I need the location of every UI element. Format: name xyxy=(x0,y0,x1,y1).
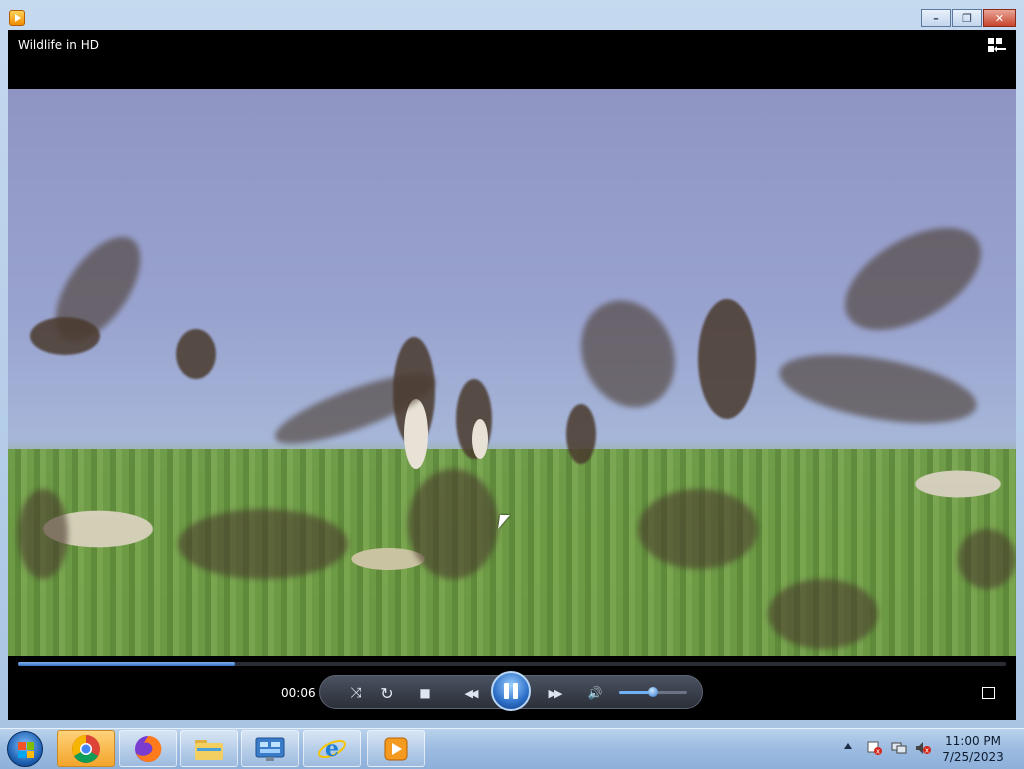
ie-icon: e xyxy=(318,736,346,762)
repeat-button[interactable]: ↻ xyxy=(376,683,398,703)
seek-bar-progress xyxy=(18,662,236,666)
clock-time: 11:00 PM xyxy=(945,734,1001,748)
show-hidden-icons-button[interactable] xyxy=(844,743,852,749)
control-panel-icon xyxy=(255,737,285,761)
bird xyxy=(178,509,348,579)
caption-buttons: – ❐ ✕ xyxy=(921,9,1016,27)
maximize-button[interactable]: ❐ xyxy=(952,9,982,27)
folder-icon xyxy=(195,739,223,760)
volume-slider[interactable] xyxy=(619,687,687,697)
taskbar-file-explorer[interactable] xyxy=(180,730,238,767)
action-center-icon[interactable]: x xyxy=(866,741,882,755)
chrome-icon xyxy=(72,734,100,763)
system-clock[interactable]: 11:00 PM 7/25/2023 xyxy=(938,733,1008,765)
media-player-icon xyxy=(384,737,408,760)
player-area: Wildlife in HD 00:06 ⤨ ↻ ■ ◀◀ ▶▶ 🔊 xyxy=(8,30,1016,720)
bird xyxy=(768,579,878,649)
bird xyxy=(472,419,488,459)
minimize-button[interactable]: – xyxy=(921,9,951,27)
previous-button[interactable]: ◀◀ xyxy=(455,683,485,703)
clock-date: 7/25/2023 xyxy=(942,750,1004,764)
pause-button[interactable] xyxy=(491,671,531,711)
next-button[interactable]: ▶▶ xyxy=(539,683,569,703)
taskbar-windows-media-player[interactable] xyxy=(367,730,425,767)
taskbar-chrome[interactable] xyxy=(57,730,115,767)
bird xyxy=(566,404,596,464)
stop-button[interactable]: ■ xyxy=(415,683,435,703)
taskbar: e x x 11:00 PM 7/25/2023 xyxy=(0,728,1024,769)
svg-text:x: x xyxy=(876,748,880,756)
svg-text:x: x xyxy=(925,747,929,755)
media-title: Wildlife in HD xyxy=(18,38,99,52)
close-button[interactable]: ✕ xyxy=(983,9,1016,27)
bird xyxy=(176,329,216,379)
bird xyxy=(18,489,68,579)
network-icon[interactable] xyxy=(891,741,907,755)
bird xyxy=(563,285,693,423)
taskbar-control-panel[interactable] xyxy=(241,730,299,767)
media-player-app-icon[interactable] xyxy=(9,10,25,26)
bird xyxy=(404,399,428,469)
media-player-window: – ❐ ✕ Wildlife in HD 00:06 ⤨ ↻ ■ ◀◀ ▶▶ 🔊 xyxy=(0,0,1024,728)
taskbar-firefox[interactable] xyxy=(119,730,177,767)
taskbar-internet-explorer[interactable]: e xyxy=(303,730,361,767)
volume-knob[interactable] xyxy=(648,687,658,697)
mute-button[interactable]: 🔊 xyxy=(585,683,605,703)
firefox-icon xyxy=(135,735,162,762)
bird xyxy=(638,489,758,569)
title-bar[interactable]: – ❐ ✕ xyxy=(0,0,1024,30)
seek-bar[interactable] xyxy=(18,662,1006,666)
video-frame[interactable] xyxy=(8,89,1016,656)
switch-to-library-icon[interactable] xyxy=(988,38,1006,54)
start-button[interactable] xyxy=(7,731,43,767)
fullscreen-icon[interactable] xyxy=(982,687,995,699)
mouse-cursor xyxy=(498,515,510,529)
bird xyxy=(774,342,982,436)
windows-logo-icon xyxy=(18,742,34,758)
svg-text:e: e xyxy=(325,736,339,762)
volume-muted-icon[interactable]: x xyxy=(915,741,931,755)
pause-icon xyxy=(504,683,518,699)
bird xyxy=(828,206,998,352)
bird xyxy=(958,529,1016,589)
elapsed-time: 00:06 xyxy=(281,686,316,700)
bird xyxy=(698,299,756,419)
shuffle-button[interactable]: ⤨ xyxy=(345,683,367,703)
bird xyxy=(408,469,498,579)
